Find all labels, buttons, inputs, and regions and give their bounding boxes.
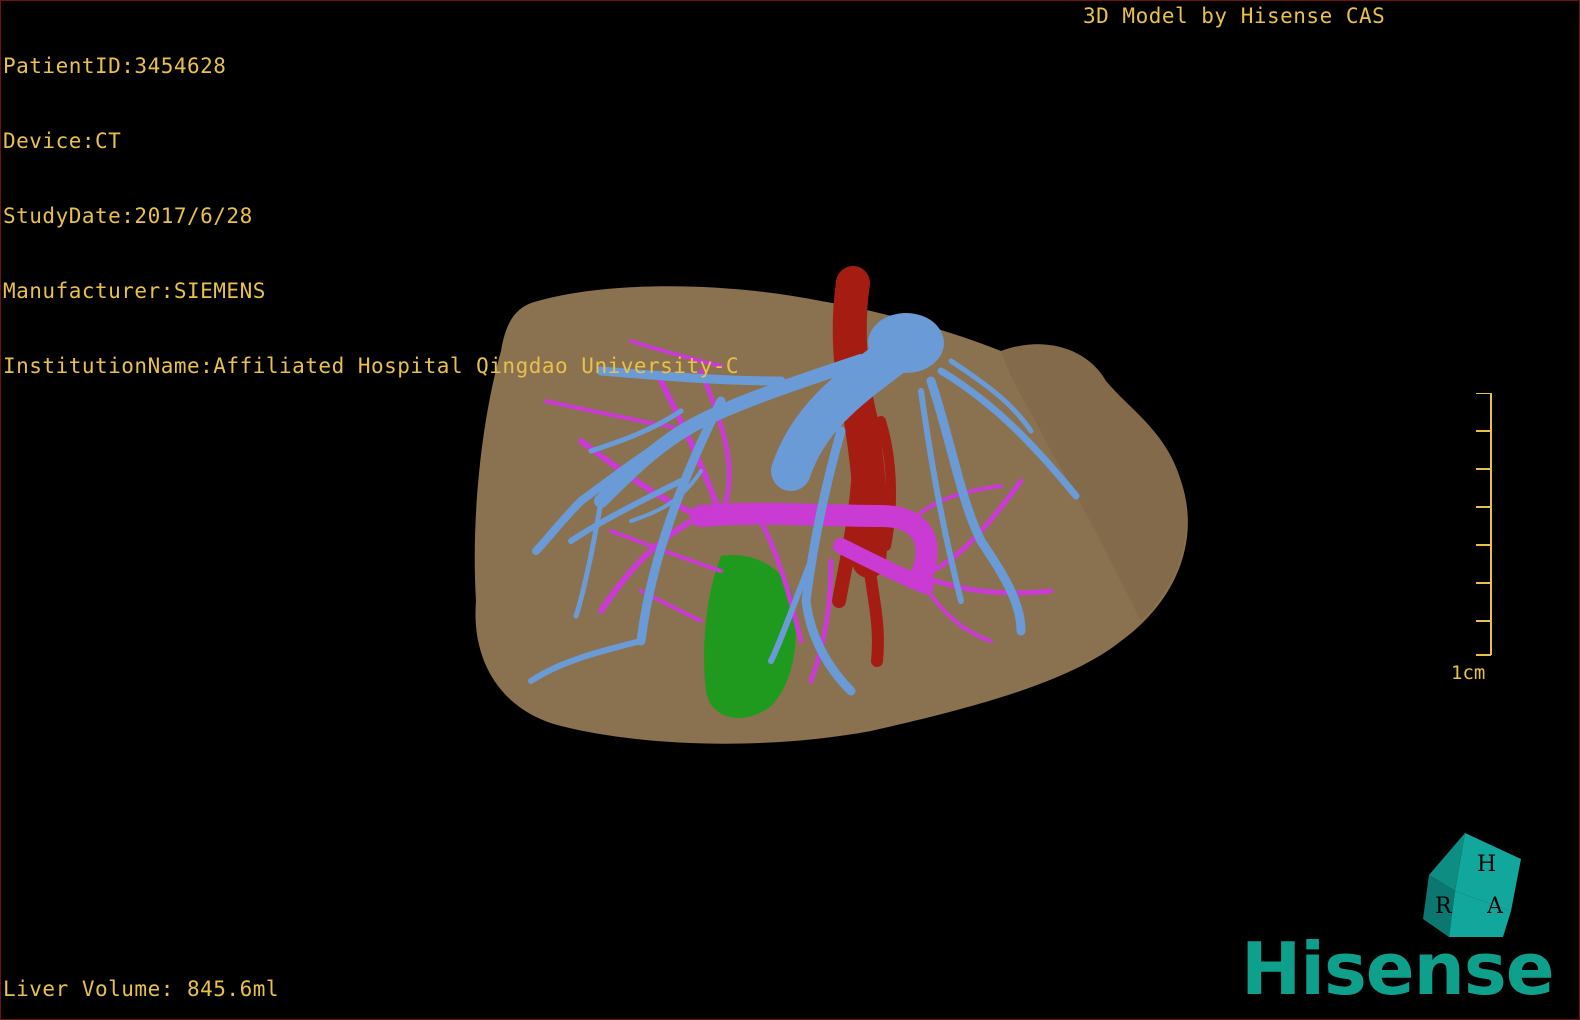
liver-volume-text: Liver Volume: 845.6ml <box>3 977 280 1001</box>
scale-bar-icon <box>1476 393 1492 656</box>
model-caption: 3D Model by Hisense CAS <box>1083 4 1386 28</box>
cube-face-h: H <box>1477 852 1496 877</box>
cube-face-r: R <box>1435 894 1453 919</box>
study-date-text: StudyDate:2017/6/28 <box>3 204 253 228</box>
institution-text: InstitutionName:Affiliated Hospital Qing… <box>3 354 740 378</box>
scale-bar-label: 1cm <box>1451 662 1486 684</box>
hisense-logo: Hisense <box>1241 927 1555 1011</box>
patient-id-text: PatientID:3454628 <box>3 54 227 78</box>
3d-viewport[interactable]: PatientID:3454628 Device:CT StudyDate:20… <box>0 0 1580 1020</box>
cube-face-a: A <box>1486 894 1504 919</box>
orientation-cube-icon[interactable]: H A R <box>1421 831 1531 941</box>
device-text: Device:CT <box>3 129 122 153</box>
patient-info-overlay: PatientID:3454628 Device:CT StudyDate:20… <box>3 4 739 429</box>
manufacturer-text: Manufacturer:SIEMENS <box>3 279 266 303</box>
